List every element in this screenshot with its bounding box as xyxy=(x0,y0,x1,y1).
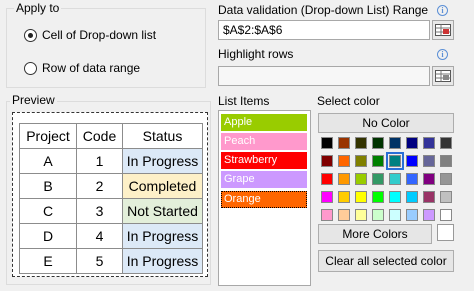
color-swatch[interactable] xyxy=(321,137,333,149)
info-icon[interactable]: i xyxy=(437,49,448,60)
preview-table: Project Code Status A 1 In Progress B 2 … xyxy=(19,123,203,274)
color-swatch[interactable] xyxy=(440,173,452,185)
color-swatch[interactable] xyxy=(355,173,367,185)
column-header-project: Project xyxy=(19,123,77,149)
color-swatch[interactable] xyxy=(440,155,452,167)
list-items-box[interactable]: Apple Peach Strawberry Grape Orange xyxy=(218,110,311,286)
range-select-icon xyxy=(435,70,451,82)
color-swatch[interactable] xyxy=(440,191,452,203)
cell-code: 1 xyxy=(76,148,123,174)
range-picker-button[interactable] xyxy=(432,66,454,86)
color-swatch[interactable] xyxy=(338,173,350,185)
table-row: A 1 In Progress xyxy=(19,148,203,174)
radio-label: Row of data range xyxy=(42,61,141,75)
color-swatch[interactable] xyxy=(406,173,418,185)
table-row: B 2 Completed xyxy=(19,173,203,199)
cell-project: C xyxy=(19,198,77,224)
color-swatch[interactable] xyxy=(423,173,435,185)
list-item-peach[interactable]: Peach xyxy=(221,133,307,150)
color-swatch[interactable] xyxy=(338,191,350,203)
column-header-code: Code xyxy=(76,123,123,149)
table-row: D 4 In Progress xyxy=(19,223,203,249)
color-swatch[interactable] xyxy=(406,191,418,203)
table-row: C 3 Not Started xyxy=(19,198,203,224)
cell-status: Completed xyxy=(122,173,203,199)
list-item-apple[interactable]: Apple xyxy=(221,114,307,131)
list-item-orange[interactable]: Orange xyxy=(221,191,307,208)
color-swatch[interactable] xyxy=(355,191,367,203)
cell-code: 2 xyxy=(76,173,123,199)
cell-code: 5 xyxy=(76,248,123,274)
color-swatch[interactable] xyxy=(355,155,367,167)
color-swatch[interactable] xyxy=(389,191,401,203)
color-swatch[interactable] xyxy=(372,209,384,221)
color-swatch[interactable] xyxy=(389,209,401,221)
cell-status: In Progress xyxy=(122,223,203,249)
list-item-strawberry[interactable]: Strawberry xyxy=(221,152,307,169)
color-swatch[interactable] xyxy=(423,137,435,149)
data-validation-label: Data validation (Drop-down List) Range xyxy=(218,3,429,17)
color-swatch[interactable] xyxy=(338,155,350,167)
info-icon[interactable]: i xyxy=(437,5,448,16)
radio-cell-of-dropdown[interactable]: Cell of Drop-down list xyxy=(24,28,156,42)
table-header-row: Project Code Status xyxy=(19,123,203,149)
color-swatch[interactable] xyxy=(440,137,452,149)
color-swatch[interactable] xyxy=(389,173,401,185)
clear-all-selected-color-button[interactable]: Clear all selected color xyxy=(318,250,454,272)
color-swatch[interactable] xyxy=(372,155,384,167)
color-swatch[interactable] xyxy=(406,137,418,149)
cell-code: 3 xyxy=(76,198,123,224)
more-colors-button[interactable]: More Colors xyxy=(318,224,432,244)
list-items-title: List Items xyxy=(218,94,270,108)
color-swatch[interactable] xyxy=(389,137,401,149)
color-swatch[interactable] xyxy=(423,155,435,167)
color-swatch[interactable] xyxy=(423,209,435,221)
no-color-button[interactable]: No Color xyxy=(318,113,454,133)
radio-indicator-checked[interactable] xyxy=(24,28,37,42)
color-swatch[interactable] xyxy=(338,209,350,221)
column-header-status: Status xyxy=(122,123,203,149)
cell-status: In Progress xyxy=(122,248,203,274)
color-swatch[interactable] xyxy=(355,209,367,221)
cell-status: In Progress xyxy=(122,148,203,174)
radio-indicator[interactable] xyxy=(24,61,37,75)
color-swatch[interactable] xyxy=(386,152,404,170)
list-item-grape[interactable]: Grape xyxy=(221,171,307,188)
color-swatch[interactable] xyxy=(372,173,384,185)
color-swatch[interactable] xyxy=(338,137,350,149)
cell-project: E xyxy=(19,248,77,274)
cell-project: B xyxy=(19,173,77,199)
cell-status: Not Started xyxy=(122,198,203,224)
color-swatch[interactable] xyxy=(406,155,418,167)
cell-project: A xyxy=(19,148,77,174)
color-swatch[interactable] xyxy=(372,191,384,203)
radio-row-of-data-range[interactable]: Row of data range xyxy=(24,61,140,75)
color-swatch[interactable] xyxy=(355,137,367,149)
color-swatch[interactable] xyxy=(321,173,333,185)
color-swatch[interactable] xyxy=(372,137,384,149)
cell-code: 4 xyxy=(76,223,123,249)
cell-project: D xyxy=(19,223,77,249)
apply-to-title: Apply to xyxy=(14,1,62,15)
preview-title: Preview xyxy=(10,93,57,107)
color-swatch[interactable] xyxy=(321,155,333,167)
current-color-preview xyxy=(437,224,454,241)
data-validation-range-input[interactable]: $A$2:$A$6 xyxy=(218,20,430,40)
range-picker-button[interactable] xyxy=(432,20,454,40)
apply-to-group xyxy=(6,8,206,88)
radio-label: Cell of Drop-down list xyxy=(42,28,157,42)
range-select-icon xyxy=(435,24,451,36)
color-swatch[interactable] xyxy=(406,209,418,221)
color-swatch[interactable] xyxy=(423,191,435,203)
color-swatch[interactable] xyxy=(440,209,452,221)
color-swatch[interactable] xyxy=(321,209,333,221)
color-swatch[interactable] xyxy=(321,191,333,203)
highlight-rows-label: Highlight rows xyxy=(218,47,294,61)
highlight-rows-input[interactable] xyxy=(218,66,430,86)
select-color-title: Select color xyxy=(317,94,380,108)
table-row: E 5 In Progress xyxy=(19,248,203,274)
